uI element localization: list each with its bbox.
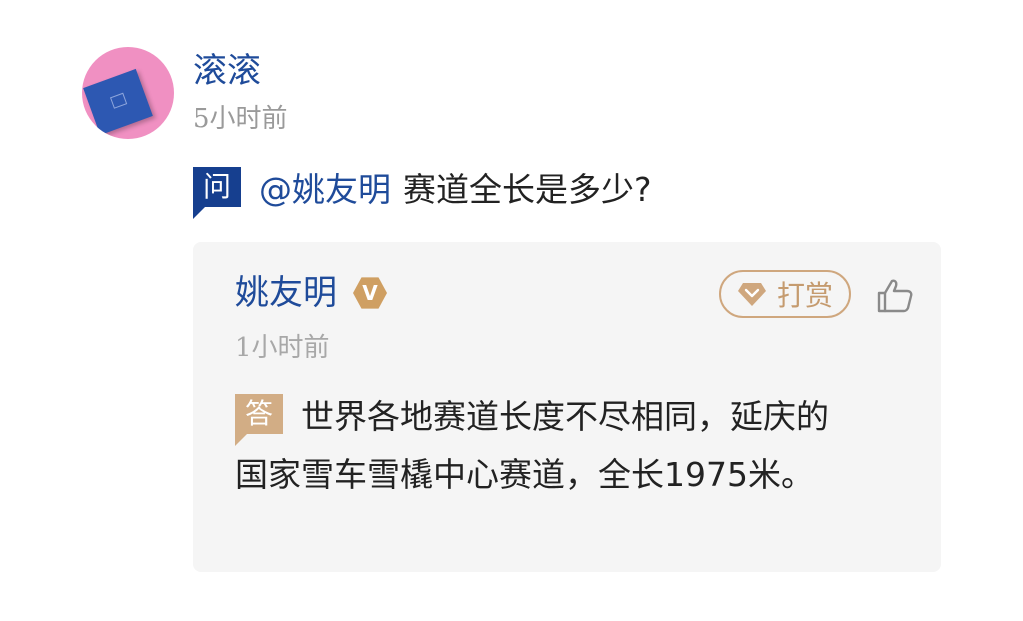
question-text: 赛道全长是多少? [403, 170, 652, 209]
question-line: 问 @姚友明 赛道全长是多少? [193, 163, 652, 219]
thumbs-up-icon[interactable] [875, 276, 915, 316]
question-username[interactable]: 滚滚 [193, 50, 261, 92]
answer-tag: 答 [235, 394, 283, 446]
ask-tag: 问 [193, 167, 241, 219]
reward-label: 打赏 [776, 279, 833, 312]
avatar[interactable] [82, 47, 174, 139]
book-emblem [109, 92, 128, 109]
answer-line-1: 答 世界各地赛道长度不尽相同，延庆的 [235, 386, 915, 446]
question-timestamp: 5小时前 [193, 104, 288, 134]
answer-username[interactable]: 姚友明 [235, 270, 337, 316]
answer-author: 姚友明 V [235, 270, 387, 316]
mention-link[interactable]: @姚友明 [259, 163, 391, 211]
answer-text-line-1: 世界各地赛道长度不尽相同，延庆的 [301, 397, 829, 436]
answer-text-line-2: 国家雪车雪橇中心赛道，全长1975米。 [235, 455, 814, 494]
answer-body: 答 世界各地赛道长度不尽相同，延庆的 国家雪车雪橇中心赛道，全长1975米。 [235, 386, 915, 500]
answer-timestamp: 1小时前 [235, 333, 330, 363]
reward-button[interactable]: 打赏 [719, 270, 851, 318]
answer-line-2: 国家雪车雪橇中心赛道，全长1975米。 [235, 444, 915, 500]
diamond-icon [737, 283, 766, 306]
avatar-book-image [83, 68, 153, 136]
answer-card: 姚友明 V 打赏 1小时前 答 世界各地赛道长度不尽相同，延庆的 国家雪车雪橇中… [193, 242, 941, 572]
verified-badge-icon: V [353, 277, 387, 309]
